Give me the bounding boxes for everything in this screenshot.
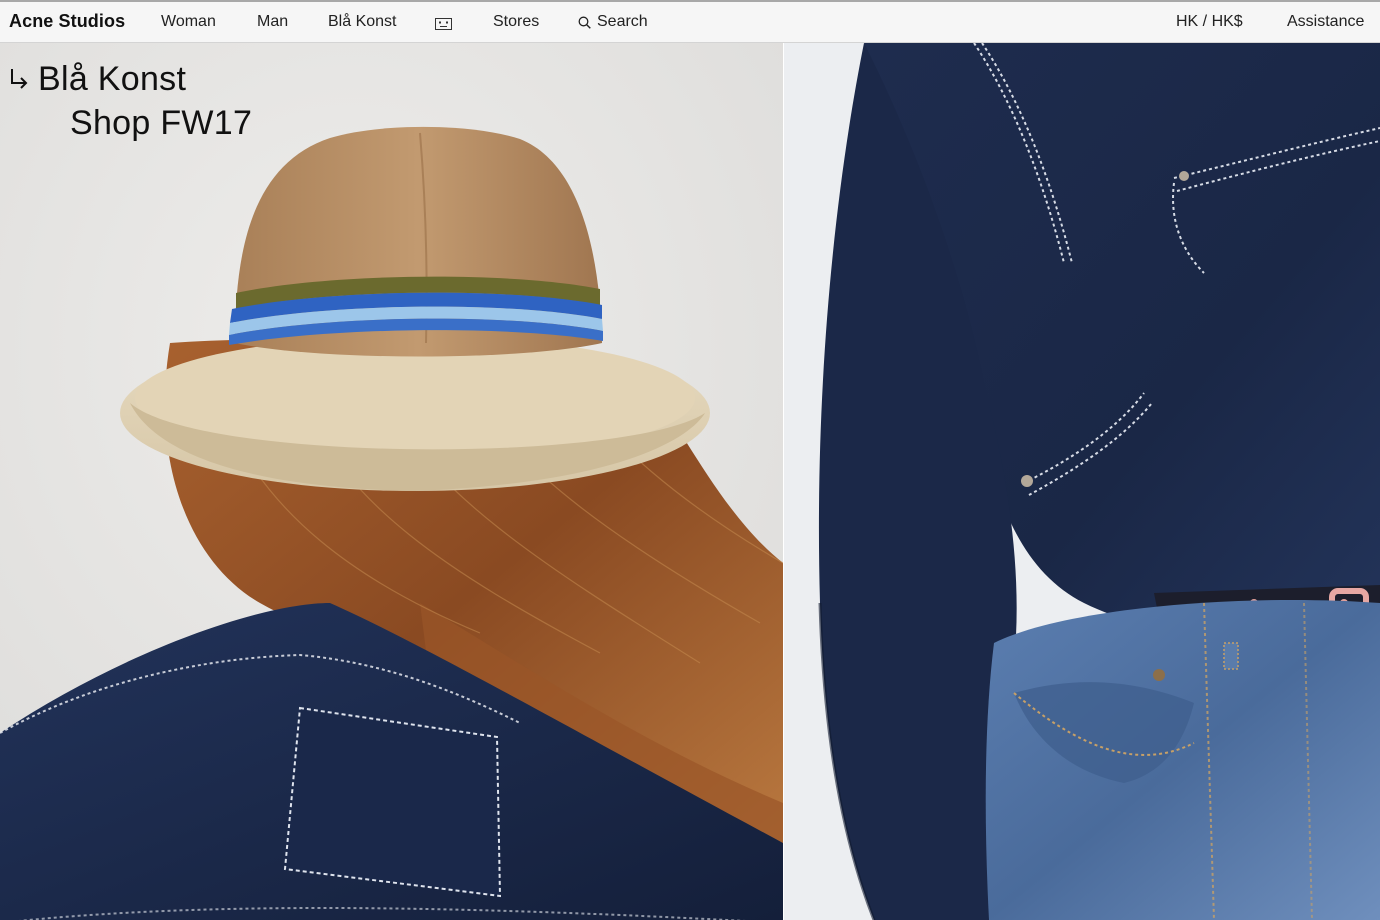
woman-bucket-hat-photo: [0, 43, 783, 920]
region-selector[interactable]: HK / HK$: [1176, 13, 1243, 31]
search-icon: [578, 16, 591, 29]
search-button[interactable]: Search: [578, 13, 648, 31]
brand-logo[interactable]: Acne Studios: [9, 11, 125, 32]
hero-image-right[interactable]: [784, 43, 1380, 920]
headline-line2: Shop FW17: [70, 104, 253, 142]
hero-section: Blå Konst Shop FW17: [0, 43, 1380, 920]
nav-woman[interactable]: Woman: [161, 13, 216, 31]
nav-man[interactable]: Man: [257, 13, 288, 31]
nav-stores[interactable]: Stores: [493, 13, 539, 31]
arrow-down-right-icon: [11, 69, 28, 89]
search-label: Search: [597, 13, 648, 30]
face-icon[interactable]: [435, 17, 452, 30]
hero-image-left[interactable]: Blå Konst Shop FW17: [0, 43, 783, 920]
nav-bla-konst[interactable]: Blå Konst: [328, 13, 396, 31]
hero-headline-link[interactable]: Blå Konst Shop FW17: [8, 57, 252, 145]
navy-jacket-denim-photo: [784, 43, 1380, 920]
top-navigation-bar: Acne Studios Woman Man Blå Konst Stores …: [0, 0, 1380, 43]
headline-line1: Blå Konst: [38, 60, 187, 98]
nav-assistance[interactable]: Assistance: [1287, 13, 1364, 31]
